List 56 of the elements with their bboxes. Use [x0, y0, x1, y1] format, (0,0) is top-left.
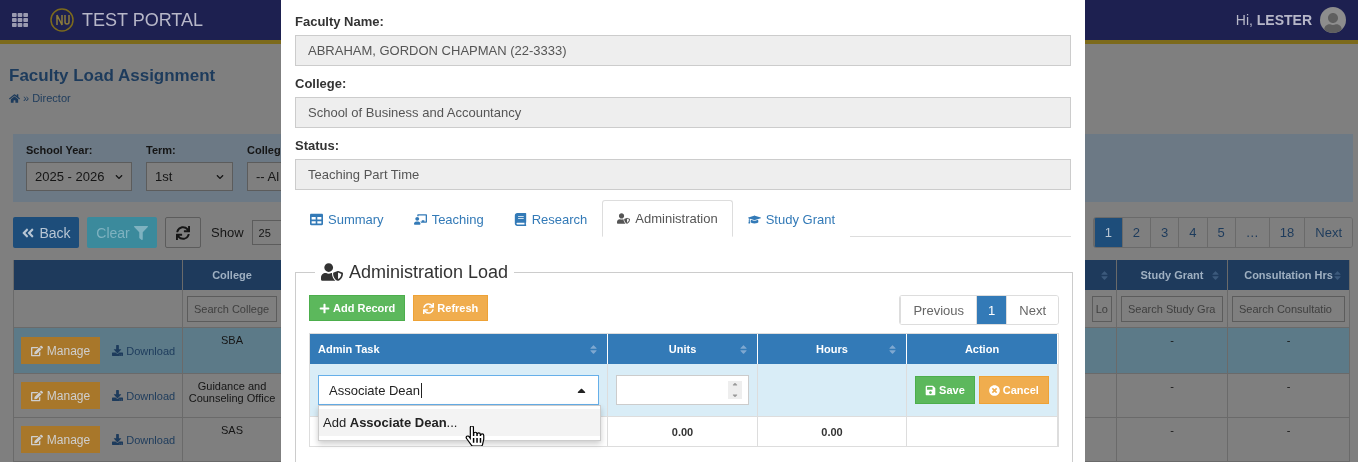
back-button[interactable]: Back: [13, 217, 79, 248]
page-link[interactable]: Next: [1304, 218, 1352, 247]
add-record-button[interactable]: Add Record: [309, 295, 406, 321]
table-cell: SBA: [183, 328, 282, 374]
portal-title: TEST PORTAL: [82, 9, 204, 31]
filter-label: Colleg: [247, 144, 281, 156]
column-header[interactable]: Units: [608, 334, 758, 364]
table-cell: -: [1117, 418, 1228, 462]
section-title: Administration Load: [349, 261, 509, 283]
field-label: Status:: [295, 138, 341, 153]
suggestion-item[interactable]: Add Associate Dean...: [319, 409, 600, 436]
page-title: Faculty Load Assignment: [9, 66, 216, 86]
readonly-field: ABRAHAM, GORDON CHAPMAN (22-3333): [295, 35, 1071, 66]
breadcrumb-link[interactable]: » Director: [23, 92, 71, 104]
field-label: College:: [295, 76, 348, 91]
search-field[interactable]: Search College: [187, 295, 277, 322]
search-field[interactable]: Lo: [1091, 295, 1112, 322]
column-header: Action: [907, 334, 1058, 364]
download-link[interactable]: Download: [112, 433, 176, 446]
column-header[interactable]: Hours: [758, 334, 907, 364]
column-header[interactable]: Consultation Hrs: [1228, 260, 1350, 290]
table-cell: -: [1228, 328, 1350, 374]
table-cell: -: [1117, 328, 1228, 374]
filter-label: School Year:: [26, 144, 93, 156]
refresh-button[interactable]: Refresh: [413, 295, 489, 321]
readonly-field: School of Business and Accountancy: [295, 97, 1071, 128]
search-field[interactable]: Search Consultatio: [1232, 295, 1345, 322]
table-cell: 0.00: [758, 416, 907, 446]
column-header[interactable]: Admin Task: [310, 334, 608, 364]
manage-button[interactable]: Manage: [20, 337, 101, 364]
readonly-field: Teaching Part Time: [295, 159, 1071, 190]
search-field[interactable]: Search Study Gra: [1121, 295, 1223, 322]
column-header[interactable]: College: [183, 260, 282, 290]
table-cell: -: [1117, 374, 1228, 418]
user-greeting: Hi, LESTER: [1235, 12, 1312, 28]
table-cell: 0.00: [608, 416, 758, 446]
page-link[interactable]: 1: [976, 296, 1007, 324]
download-link[interactable]: Download: [112, 344, 176, 357]
admin-task-combobox[interactable]: Associate Dean: [318, 375, 599, 405]
page-link[interactable]: Next: [1006, 296, 1058, 324]
save-button[interactable]: Save: [915, 376, 975, 404]
filter-label: Term:: [146, 144, 176, 156]
cancel-button[interactable]: Cancel: [978, 376, 1049, 404]
column-header[interactable]: Study Grant: [1117, 260, 1228, 290]
page-link[interactable]: 1: [1093, 218, 1122, 247]
manage-button[interactable]: Manage: [20, 426, 101, 453]
download-link[interactable]: Download: [112, 389, 176, 402]
filter-select[interactable]: 1st: [146, 162, 233, 191]
filter-select[interactable]: 2025 - 2026: [26, 162, 132, 191]
clear-button[interactable]: Clear: [87, 217, 157, 248]
table-cell: -: [1228, 374, 1350, 418]
show-label: Show: [211, 225, 244, 240]
tab[interactable]: Administration: [602, 200, 733, 237]
manage-button[interactable]: Manage: [20, 382, 101, 409]
table-cell: -: [1228, 418, 1350, 462]
field-label: Faculty Name:: [295, 14, 385, 29]
